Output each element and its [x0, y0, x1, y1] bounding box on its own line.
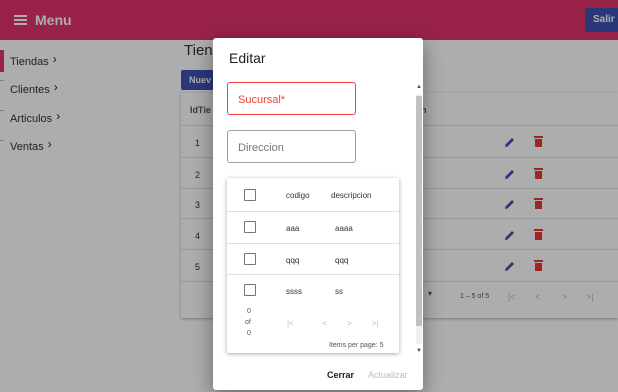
divider	[227, 211, 399, 212]
edit-dialog: Editar Sucursal* Direccion ▲ ▼ codigo de…	[213, 38, 423, 390]
items-per-page: Items per page: 5	[329, 342, 384, 349]
cell-descripcion: aaaa	[335, 224, 353, 233]
last-page-icon[interactable]: >|	[372, 319, 379, 328]
cell-descripcion: ss	[335, 287, 343, 296]
sucursal-placeholder: Sucursal*	[238, 94, 286, 106]
scrollbar-thumb[interactable]	[416, 96, 422, 326]
prev-page-icon[interactable]: <	[322, 319, 327, 328]
sucursal-field[interactable]: Sucursal*	[227, 82, 356, 115]
divider	[227, 243, 399, 244]
row-checkbox[interactable]	[244, 253, 256, 265]
pager-count: 0	[247, 330, 251, 337]
pager-count: of	[245, 319, 251, 326]
next-page-icon[interactable]: >	[347, 319, 352, 328]
dialog-title: Editar	[229, 50, 266, 66]
actualizar-button[interactable]: Actualizar	[368, 370, 408, 380]
articulos-table: codigo descripcion aaa aaaa qqq qqq ssss…	[227, 178, 399, 353]
pager-count: 0	[247, 308, 251, 315]
select-all-checkbox[interactable]	[244, 189, 256, 201]
row-checkbox[interactable]	[244, 221, 256, 233]
column-header-codigo: codigo	[286, 191, 310, 200]
scroll-down-icon[interactable]: ▼	[416, 348, 422, 354]
direccion-placeholder: Direccion	[238, 142, 284, 154]
cell-codigo: ssss	[286, 287, 302, 296]
row-checkbox[interactable]	[244, 284, 256, 296]
cell-descripcion: qqq	[335, 256, 349, 265]
cerrar-button[interactable]: Cerrar	[327, 370, 354, 380]
dialog-scrollbar[interactable]: ▲ ▼	[414, 80, 422, 360]
column-header-descripcion: descripcion	[331, 191, 372, 200]
cell-codigo: aaa	[286, 224, 300, 233]
direccion-field[interactable]: Direccion	[227, 130, 356, 163]
scroll-up-icon[interactable]: ▲	[416, 84, 422, 90]
first-page-icon[interactable]: |<	[287, 319, 294, 328]
divider	[227, 274, 399, 275]
cell-codigo: qqq	[286, 256, 300, 265]
